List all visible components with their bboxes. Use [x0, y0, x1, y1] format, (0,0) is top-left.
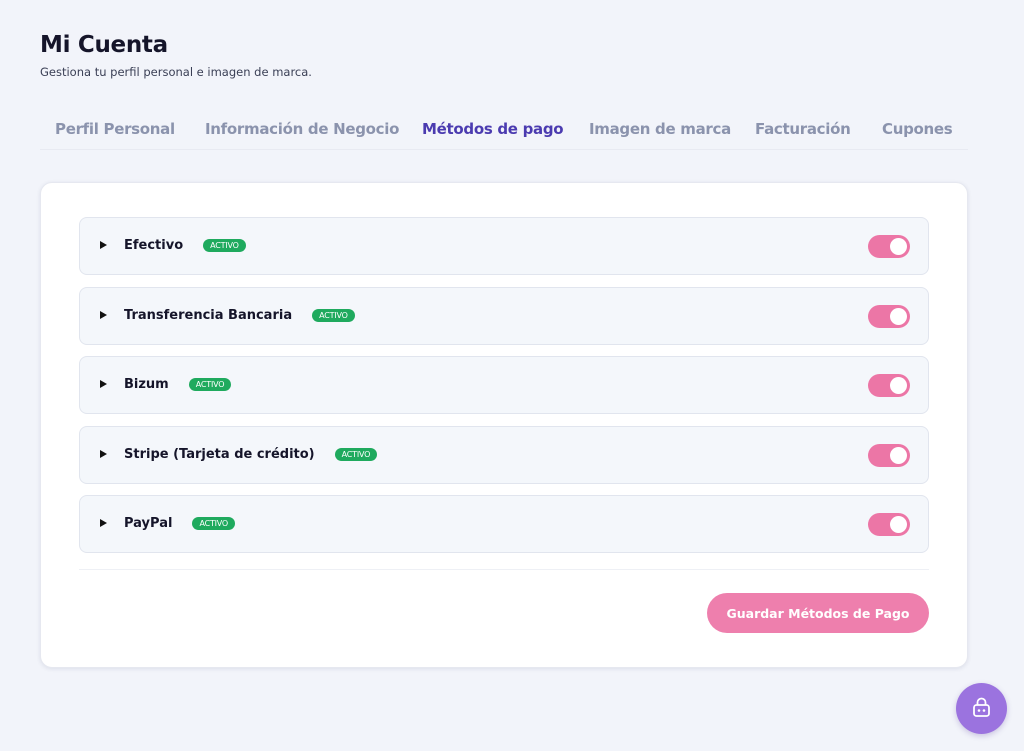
- payment-method-name: Efectivo ACTIVO: [124, 238, 246, 253]
- tab-facturacion[interactable]: Facturación: [755, 120, 851, 138]
- expand-arrow-icon[interactable]: [100, 311, 107, 319]
- page-subtitle: Gestiona tu perfil personal e imagen de …: [40, 65, 312, 79]
- payment-method-paypal[interactable]: PayPal ACTIVO: [79, 495, 929, 553]
- account-tabs: Perfil Personal Información de Negocio M…: [40, 112, 968, 150]
- robot-icon: [973, 697, 990, 717]
- payment-method-toggle[interactable]: [868, 444, 910, 467]
- toggle-knob: [890, 308, 907, 325]
- payment-method-name: Bizum ACTIVO: [124, 377, 232, 392]
- toggle-knob: [890, 238, 907, 255]
- status-badge: ACTIVO: [334, 448, 378, 461]
- payment-method-efectivo[interactable]: Efectivo ACTIVO: [79, 217, 929, 275]
- toggle-knob: [890, 516, 907, 533]
- status-badge: ACTIVO: [192, 517, 236, 530]
- assistant-button[interactable]: [956, 683, 1007, 734]
- payment-methods-card: Efectivo ACTIVO Transferencia Bancaria ACT…: [40, 182, 968, 668]
- tab-informacion-negocio[interactable]: Información de Negocio: [205, 120, 399, 138]
- tab-cupones[interactable]: Cupones: [882, 120, 953, 138]
- expand-arrow-icon[interactable]: [100, 450, 107, 458]
- status-badge: ACTIVO: [188, 378, 232, 391]
- status-badge: ACTIVO: [312, 309, 355, 322]
- page-title: Mi Cuenta: [40, 32, 168, 58]
- toggle-knob: [890, 447, 907, 464]
- expand-arrow-icon[interactable]: [100, 519, 107, 527]
- payment-method-name: PayPal ACTIVO: [124, 516, 236, 531]
- payment-method-bizum[interactable]: Bizum ACTIVO: [79, 356, 929, 414]
- expand-arrow-icon[interactable]: [100, 380, 107, 388]
- page-header: Mi Cuenta Gestiona tu perfil personal e …: [40, 32, 312, 79]
- save-payment-methods-button[interactable]: Guardar Métodos de Pago: [707, 593, 929, 633]
- expand-arrow-icon[interactable]: [100, 241, 107, 249]
- payment-method-toggle[interactable]: [868, 235, 910, 258]
- payment-method-name: Stripe (Tarjeta de crédito) ACTIVO: [124, 447, 378, 462]
- tab-perfil-personal[interactable]: Perfil Personal: [55, 120, 175, 138]
- tab-imagen-marca[interactable]: Imagen de marca: [589, 120, 731, 138]
- toggle-knob: [890, 377, 907, 394]
- payment-method-toggle[interactable]: [868, 305, 910, 328]
- status-badge: ACTIVO: [203, 239, 246, 252]
- payment-method-toggle[interactable]: [868, 374, 910, 397]
- payment-method-toggle[interactable]: [868, 513, 910, 536]
- tab-metodos-pago[interactable]: Métodos de pago: [422, 120, 564, 138]
- payment-method-transferencia[interactable]: Transferencia Bancaria ACTIVO: [79, 287, 929, 345]
- divider: [79, 569, 929, 570]
- payment-method-stripe[interactable]: Stripe (Tarjeta de crédito) ACTIVO: [79, 426, 929, 484]
- payment-method-name: Transferencia Bancaria ACTIVO: [124, 308, 355, 323]
- account-page: Mi Cuenta Gestiona tu perfil personal e …: [0, 0, 1024, 751]
